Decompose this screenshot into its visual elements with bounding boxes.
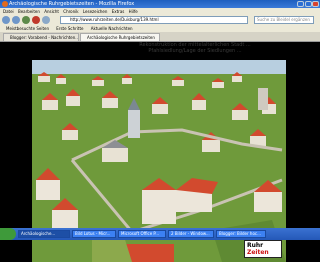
windows-taskbar: Archäologische... Bild Lotus - Micr... M…: [0, 228, 320, 240]
taskbar-item-blogger[interactable]: Blogger: Bilder hoc...: [216, 230, 266, 238]
bookmarks-bar: Meistbesuchte Seiten Erste Schritte Aktu…: [0, 25, 320, 32]
taskbar-item-firefox[interactable]: Archäologische...: [18, 230, 70, 238]
start-button[interactable]: [0, 228, 16, 240]
menu-extras[interactable]: Extras: [112, 9, 125, 14]
taskbar-item-office[interactable]: Microsoft Office P...: [118, 230, 166, 238]
menu-hilfe[interactable]: Hilfe: [129, 9, 138, 14]
reload-button[interactable]: [22, 16, 30, 24]
menu-lesezeichen[interactable]: Lesezeichen: [83, 9, 108, 14]
ruhrzeiten-logo: Ruhr Zeiten: [244, 240, 282, 258]
logo-text-ruhr: Ruhr: [247, 242, 264, 249]
logo-text-zeiten: Zeiten: [247, 249, 269, 256]
menu-ansicht[interactable]: Ansicht: [44, 9, 59, 14]
tab-blogger[interactable]: Blogger: Vorabend - Nachrichten...: [3, 33, 79, 41]
stop-button[interactable]: [32, 16, 40, 24]
back-button[interactable]: [2, 16, 10, 24]
navigation-toolbar: http://www.ruhrzeiten.de/Duisburg/139.ht…: [0, 15, 320, 25]
taskbar-item-windows[interactable]: 2 Bilder - Window...: [168, 230, 214, 238]
firefox-icon: [2, 1, 8, 7]
window-title: Archäologische Ruhrgebietszeiten - Mozil…: [9, 1, 135, 7]
minimize-button[interactable]: [297, 1, 304, 7]
menu-datei[interactable]: Datei: [3, 9, 14, 14]
search-input[interactable]: Suche zu Bleidel ergänzen: [254, 16, 314, 24]
bookmark-news[interactable]: Aktuelle Nachrichten: [91, 26, 133, 31]
page-banner: Rekonstruktion der mittelalterlichen Sta…: [80, 42, 310, 54]
maximize-button[interactable]: [305, 1, 312, 7]
menu-chronik[interactable]: Chronik: [63, 9, 78, 14]
forward-button[interactable]: [12, 16, 20, 24]
page-content: Rekonstruktion der mittelalterlichen Sta…: [0, 42, 320, 262]
address-bar[interactable]: http://www.ruhrzeiten.de/Duisburg/139.ht…: [60, 16, 248, 24]
banner-line-2: Pfahlsiedlung/Lage der Siedlungen ...: [148, 48, 242, 54]
taskbar-item-lotus[interactable]: Bild Lotus - Micr...: [72, 230, 116, 238]
bookmark-first-steps[interactable]: Erste Schritte: [56, 26, 83, 31]
menu-bearbeiten[interactable]: Bearbeiten: [18, 9, 40, 14]
bookmark-most-visited[interactable]: Meistbesuchte Seiten: [6, 26, 49, 31]
tab-ruhrzeiten[interactable]: Archäologische Ruhrgebietszeiten: [80, 33, 160, 41]
menu-bar: Datei Bearbeiten Ansicht Chronik Lesezei…: [0, 8, 320, 15]
close-button[interactable]: [312, 1, 319, 7]
tab-strip: Blogger: Vorabend - Nachrichten... Archä…: [0, 32, 320, 42]
window-titlebar: Archäologische Ruhrgebietszeiten - Mozil…: [0, 0, 320, 8]
home-button[interactable]: [42, 16, 50, 24]
